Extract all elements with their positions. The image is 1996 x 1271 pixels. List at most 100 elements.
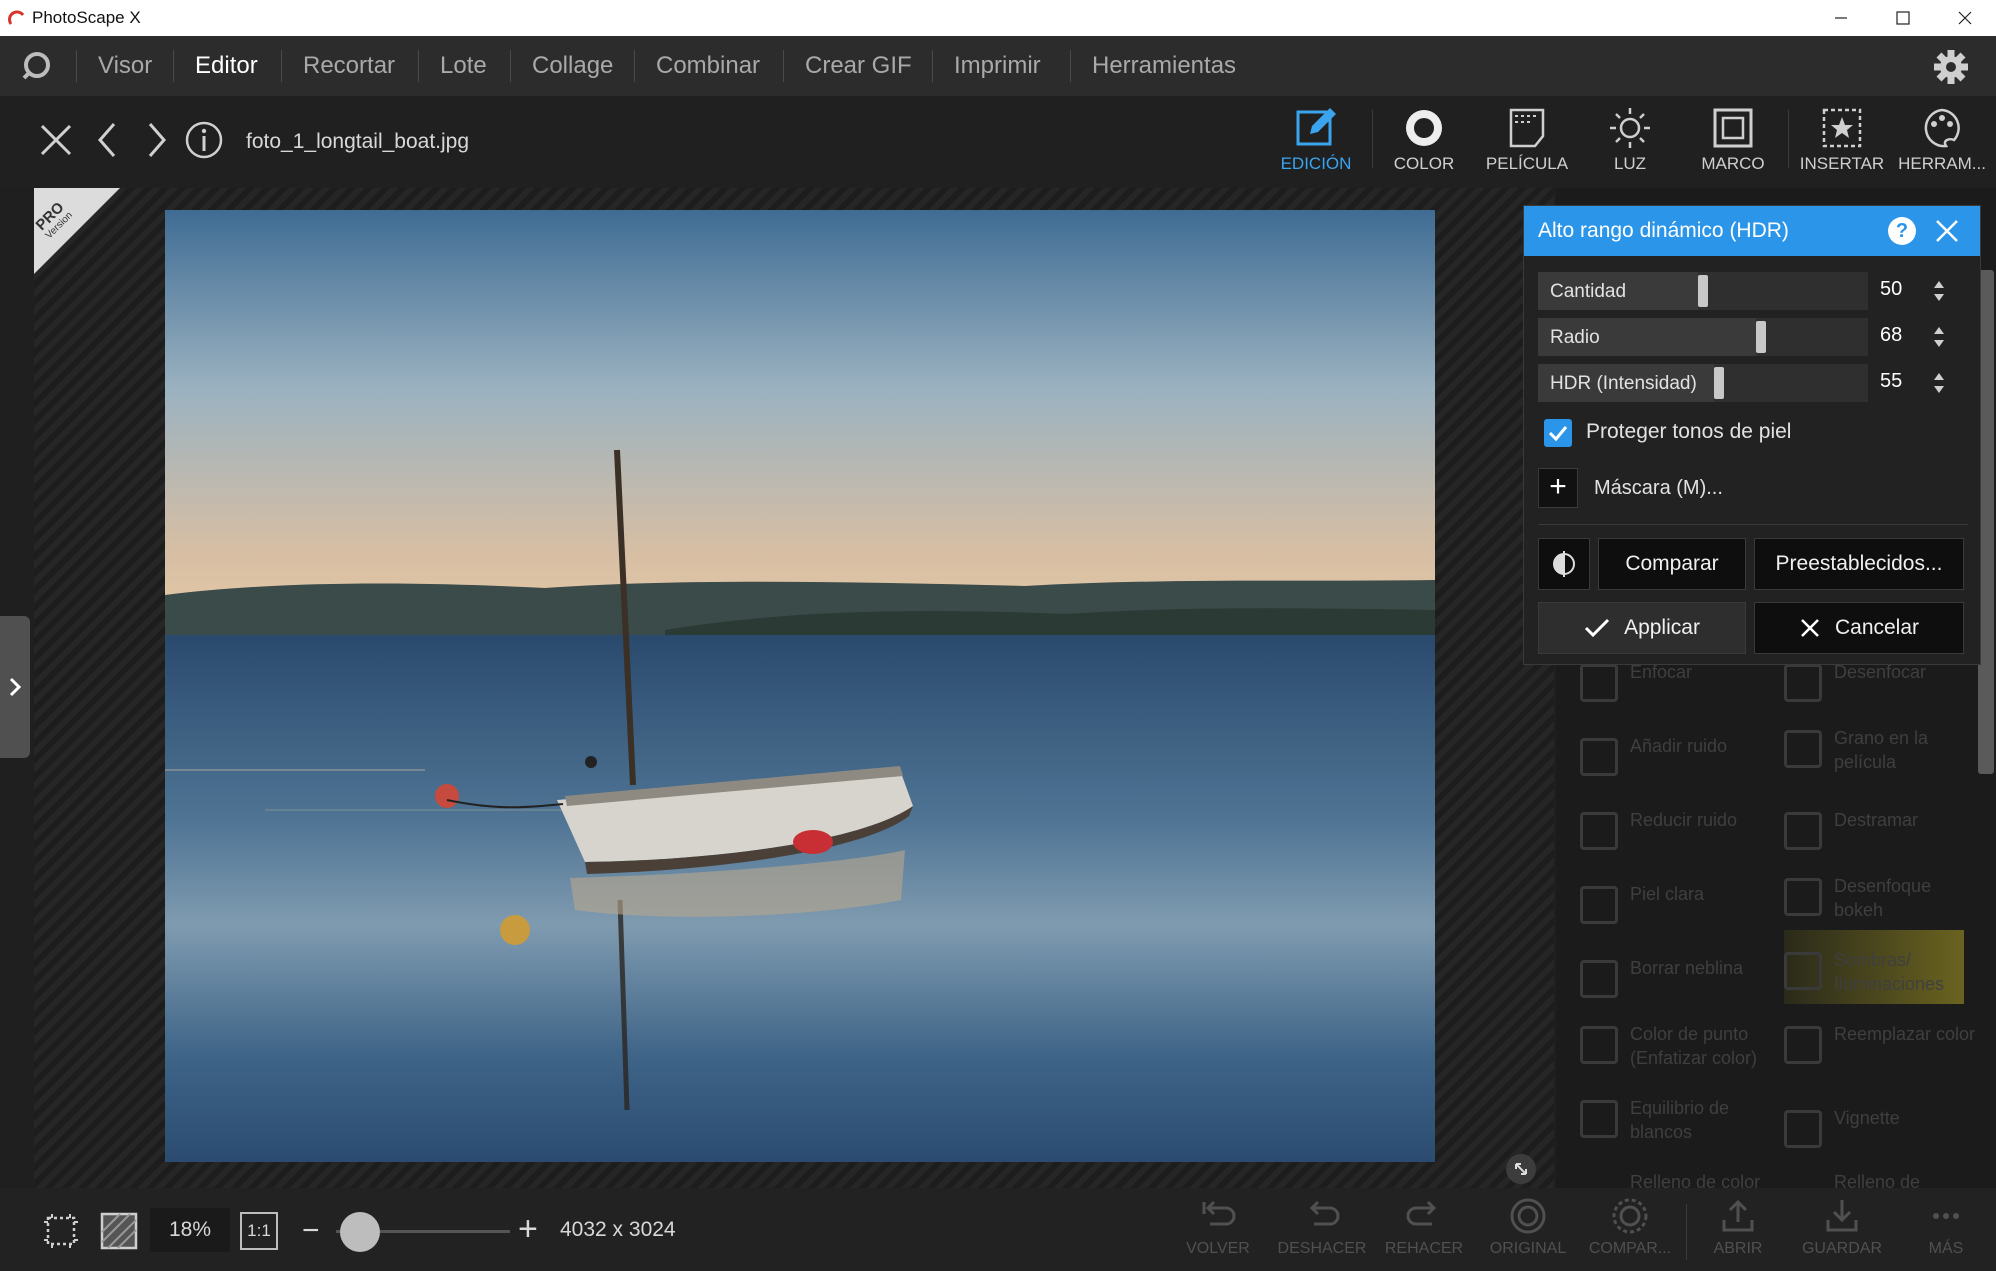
cancel-button[interactable]: Cancelar <box>1754 602 1964 654</box>
mask-label[interactable]: Máscara (M)... <box>1594 477 1723 500</box>
redo-button[interactable]: REHACER <box>1374 1196 1474 1271</box>
tool-marco[interactable]: MARCO <box>1683 106 1783 186</box>
menu-herramientas[interactable]: Herramientas <box>1092 52 1236 80</box>
hdr-intensidad-spinner-icon[interactable] <box>1932 370 1946 396</box>
hdr-intensidad-slider[interactable]: HDR (Intensidad) <box>1538 364 1868 402</box>
save-button[interactable]: GUARDAR <box>1792 1196 1892 1271</box>
next-image-icon[interactable] <box>136 120 176 160</box>
help-icon[interactable]: ? <box>1888 217 1916 245</box>
original-button[interactable]: ORIGINAL <box>1478 1196 1578 1271</box>
color-circle-icon <box>1406 110 1442 146</box>
skin-icon <box>1580 886 1618 924</box>
panel-tool-item[interactable]: Vignette <box>1784 1102 1984 1162</box>
tool-pelicula[interactable]: PELÍCULA <box>1477 106 1577 186</box>
hdr-dialog-title: Alto rango dinámico (HDR) <box>1538 219 1789 242</box>
menu-crear-gif[interactable]: Crear GIF <box>805 52 912 80</box>
menu-editor[interactable]: Editor <box>195 52 258 80</box>
cantidad-slider-knob[interactable] <box>1698 275 1708 307</box>
hdr-intensidad-value[interactable]: 55 <box>1880 370 1902 393</box>
tool-herramientas[interactable]: HERRAM... <box>1892 106 1992 186</box>
compare-button[interactable]: Comparar <box>1598 538 1746 590</box>
tool-edicion[interactable]: EDICIÓN <box>1266 106 1366 186</box>
download-icon <box>1826 1200 1858 1232</box>
panel-tool-item[interactable]: Añadir ruido <box>1580 730 1780 790</box>
hdr-intensidad-slider-knob[interactable] <box>1714 367 1724 399</box>
tool-insertar[interactable]: INSERTAR <box>1792 106 1892 186</box>
close-window-button[interactable] <box>1934 0 1996 36</box>
menu-visor[interactable]: Visor <box>98 52 152 80</box>
panel-tool-item[interactable]: Relleno de <box>1784 1166 1984 1188</box>
tool-color[interactable]: COLOR <box>1374 106 1474 186</box>
close-dialog-icon[interactable] <box>1934 218 1960 244</box>
minimize-icon <box>1835 17 1847 19</box>
panel-tool-item[interactable]: Piel clara <box>1580 878 1780 938</box>
menu-combinar[interactable]: Combinar <box>656 52 760 80</box>
tool-luz[interactable]: LUZ <box>1580 106 1680 186</box>
zoom-slider-knob[interactable] <box>340 1212 380 1252</box>
close-image-icon[interactable] <box>36 120 76 160</box>
zoom-percentage[interactable]: 18% <box>150 1208 230 1252</box>
panel-tool-item[interactable]: Relleno de color <box>1580 1166 1780 1188</box>
sun-icon <box>1610 108 1650 148</box>
compare-bottom-button[interactable]: COMPAR... <box>1580 1196 1680 1271</box>
minimize-button[interactable] <box>1810 0 1872 36</box>
toggle-preview-button[interactable] <box>1538 538 1590 590</box>
panel-tool-item[interactable]: Desenfoque bokeh <box>1784 870 1984 930</box>
panel-tool-item[interactable]: Reemplazar color <box>1784 1018 1984 1078</box>
menu-imprimir[interactable]: Imprimir <box>954 52 1041 80</box>
protect-skin-checkbox[interactable] <box>1544 419 1572 447</box>
photo-boat-on-lake <box>165 210 1435 1162</box>
apply-button[interactable]: Applicar <box>1538 602 1746 654</box>
zoom-out-button[interactable]: − <box>302 1214 320 1248</box>
home-logo-icon[interactable] <box>18 48 54 84</box>
panel-tool-item[interactable]: Grano en la película <box>1784 722 1984 782</box>
fullscreen-button[interactable] <box>1506 1154 1536 1184</box>
open-button[interactable]: ABRIR <box>1688 1196 1788 1271</box>
presets-button[interactable]: Preestablecidos... <box>1754 538 1964 590</box>
menu-lote[interactable]: Lote <box>440 52 487 80</box>
panel-tool-item[interactable]: Equilibrio de blancos <box>1580 1092 1780 1152</box>
more-label: MÁS <box>1928 1240 1964 1257</box>
left-panel-toggle[interactable] <box>0 616 30 758</box>
checkmark-icon <box>1548 426 1568 442</box>
zoom-in-button[interactable]: + <box>518 1210 538 1249</box>
replace-color-icon <box>1784 1026 1822 1064</box>
panel-tool-item[interactable]: Borrar neblina <box>1580 952 1780 1012</box>
menu-recortar[interactable]: Recortar <box>303 52 395 80</box>
apply-label: Applicar <box>1624 616 1700 639</box>
radio-slider[interactable]: Radio <box>1538 318 1868 356</box>
undo-button[interactable]: DESHACER <box>1272 1196 1372 1271</box>
radio-spinner-icon[interactable] <box>1932 324 1946 350</box>
half-circle-compare-icon <box>1553 551 1575 577</box>
more-button[interactable]: MÁS <box>1896 1196 1996 1271</box>
panel-tool-item[interactable]: Color de punto (Enfatizar color) <box>1580 1018 1780 1078</box>
menu-collage[interactable]: Collage <box>532 52 613 80</box>
original-circle-icon <box>1510 1198 1546 1234</box>
volver-button[interactable]: VOLVER <box>1168 1196 1268 1271</box>
previous-image-icon[interactable] <box>88 120 128 160</box>
info-icon[interactable] <box>184 120 224 160</box>
cantidad-value[interactable]: 50 <box>1880 278 1902 301</box>
maximize-button[interactable] <box>1872 0 1934 36</box>
add-mask-button[interactable]: + <box>1538 468 1578 508</box>
panel-tool-item[interactable]: Sombras/ Iluminaciones <box>1784 944 1984 1004</box>
cantidad-spinner-icon[interactable] <box>1932 278 1946 304</box>
background-pattern-icon[interactable] <box>100 1212 138 1250</box>
panel-tool-item[interactable]: Desenfocar <box>1784 656 1984 716</box>
chevron-right-icon <box>9 677 22 697</box>
redo-icon <box>1406 1200 1437 1226</box>
bokeh-icon <box>1784 878 1822 916</box>
compare-label: Comparar <box>1625 552 1719 575</box>
protect-skin-label[interactable]: Proteger tonos de piel <box>1586 420 1791 444</box>
radio-slider-knob[interactable] <box>1756 321 1766 353</box>
radio-value[interactable]: 68 <box>1880 324 1902 347</box>
undo-label: DESHACER <box>1277 1240 1367 1257</box>
cantidad-slider[interactable]: Cantidad <box>1538 272 1868 310</box>
settings-gear-icon[interactable] <box>1932 48 1970 86</box>
panel-tool-item[interactable]: Enfocar <box>1580 656 1780 716</box>
actual-size-button[interactable]: 1:1 <box>240 1212 278 1250</box>
shadows-icon <box>1784 952 1822 990</box>
selection-icon[interactable] <box>42 1212 80 1250</box>
panel-tool-item[interactable]: Destramar <box>1784 804 1984 864</box>
panel-tool-item[interactable]: Reducir ruido <box>1580 804 1780 864</box>
